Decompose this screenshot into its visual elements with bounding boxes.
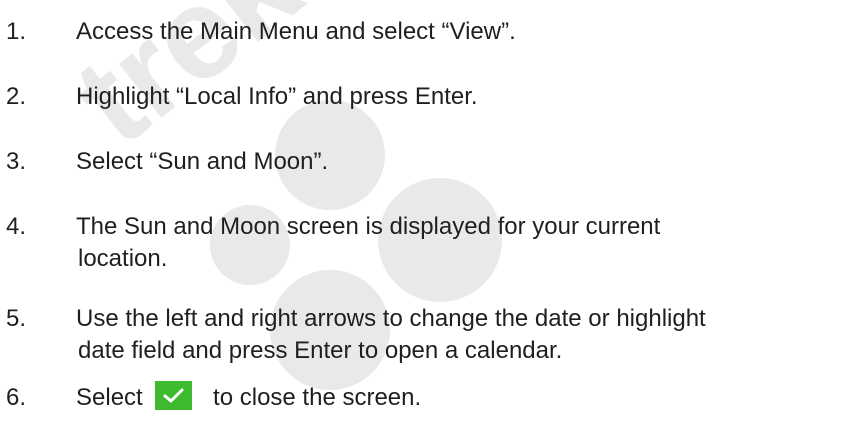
step-text-line-1: Use the left and right arrows to change … [76,305,706,332]
step-text: Access the Main Menu and select “View”. [76,18,516,45]
step-number: 2. [6,83,27,110]
step-number: 3. [6,148,27,175]
step-text-before: Select [76,384,143,411]
step-text-line-2: date field and press Enter to open a cal… [78,337,563,364]
step-text-line-2: location. [78,245,168,272]
step-number: 1. [6,18,27,45]
step-text: Select “Sun and Moon”. [76,148,329,175]
step-text-after: to close the screen. [213,384,422,411]
step-number: 5. [6,305,27,332]
checkmark-button-illustration [155,381,193,411]
step-number: 4. [6,213,27,240]
step-text: Select to close the screen. [76,381,422,414]
step-text: The Sun and Moon screen is displayed for… [76,211,660,275]
step-text-line-1: The Sun and Moon screen is displayed for… [76,213,661,240]
checkmark-icon [163,388,184,403]
step-number: 6. [6,384,27,411]
step-text: Use the left and right arrows to change … [76,303,706,367]
step-text: Highlight “Local Info” and press Enter. [76,83,478,110]
